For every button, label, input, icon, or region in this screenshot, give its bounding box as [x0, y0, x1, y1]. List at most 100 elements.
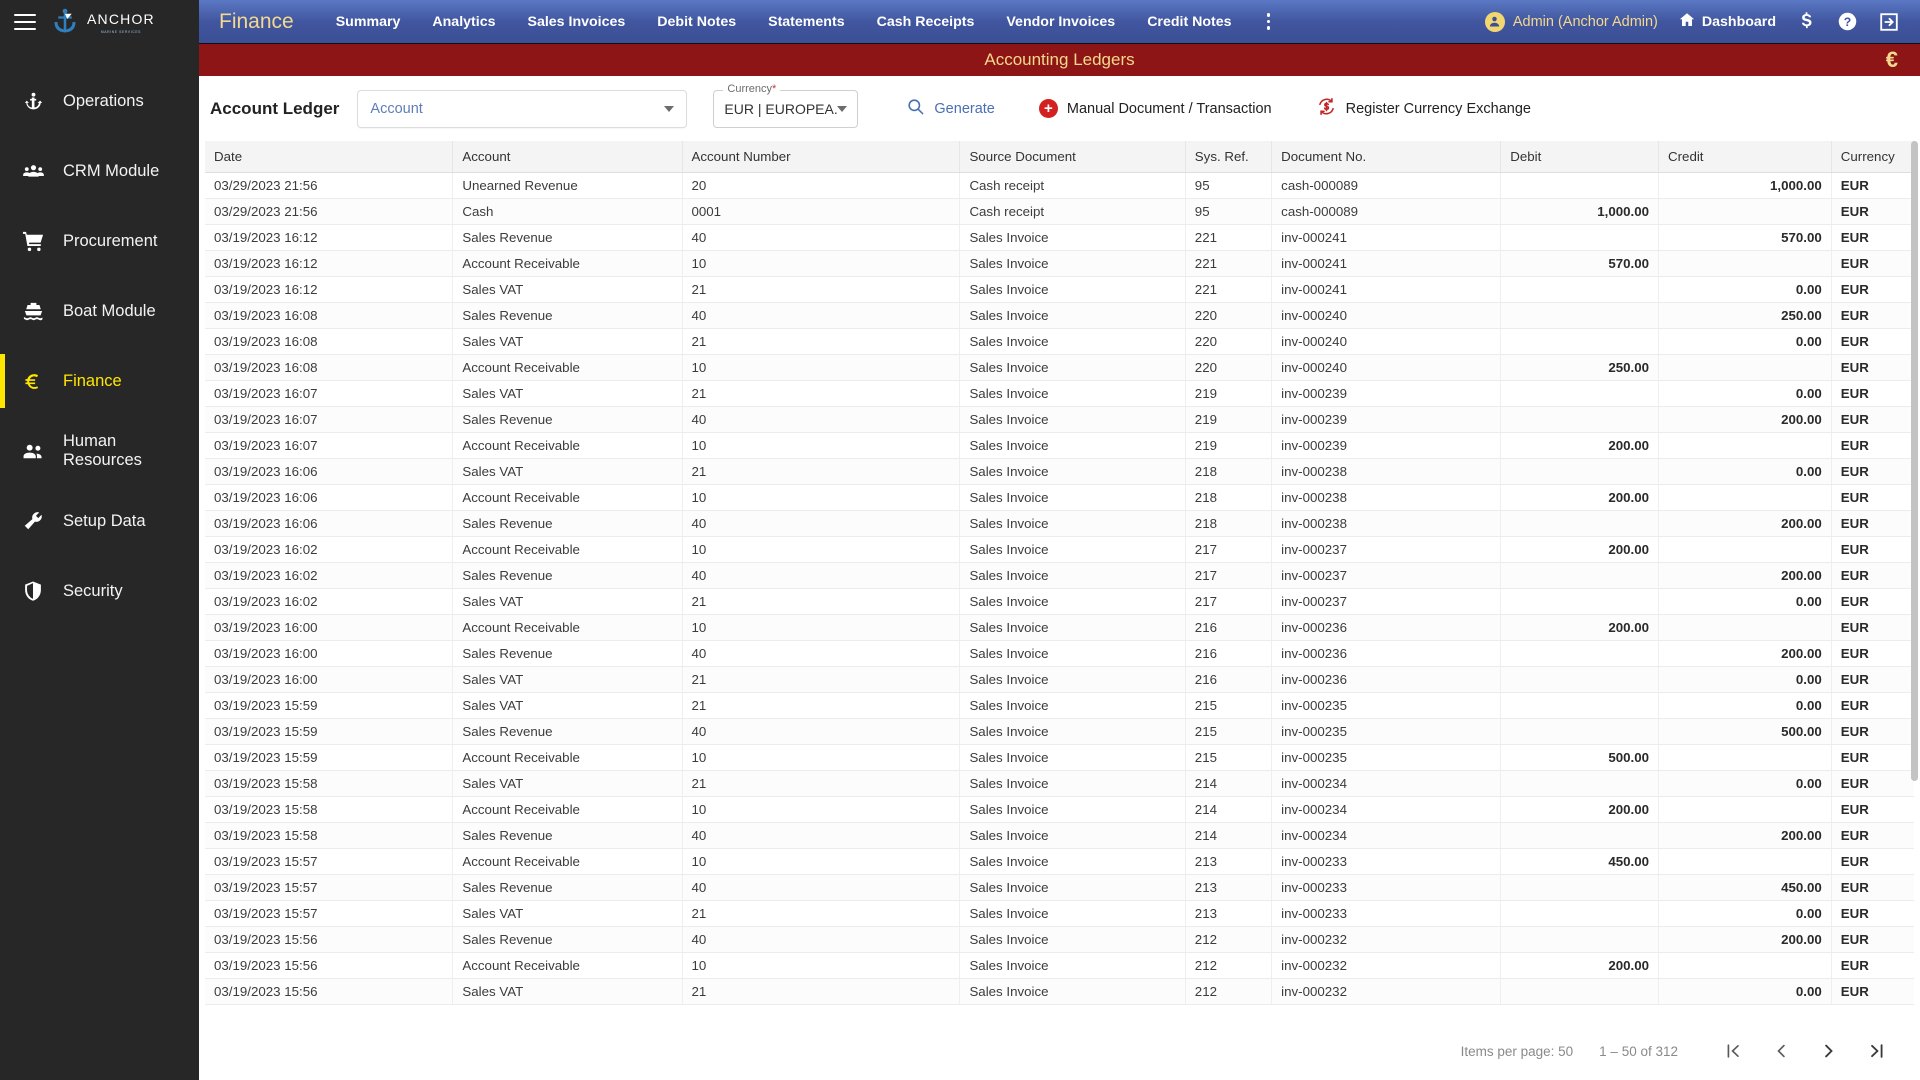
table-row[interactable]: 03/19/2023 15:57 Sales Revenue 40 Sales Inv… [205, 874, 1914, 901]
logout-icon[interactable] [1878, 11, 1900, 33]
sidebar-item-operations[interactable]: Operations [0, 66, 199, 136]
table-row[interactable]: 03/19/2023 15:57 Account Receivable 10 Sale… [205, 848, 1914, 875]
currency-indicator-icon[interactable]: € [1886, 47, 1898, 73]
table-row[interactable]: 03/19/2023 15:59 Sales Revenue 40 Sales Inv… [205, 718, 1914, 745]
cell-account: Sales Revenue [452, 874, 683, 901]
account-select[interactable]: Account [357, 89, 688, 128]
sidebar-item-setup-data[interactable]: Setup Data [0, 486, 199, 556]
cell-account: Sales Revenue [452, 406, 683, 433]
cell-credit: 0.00 [1658, 588, 1832, 615]
cell-credit: 250.00 [1658, 302, 1832, 329]
table-row[interactable]: 03/19/2023 16:07 Sales VAT 21 Sales Invoice… [205, 380, 1914, 407]
sidebar-item-label: Boat Module [63, 301, 156, 320]
cell-document-no: inv-000235 [1271, 692, 1502, 719]
scrollbar-thumb[interactable] [1911, 141, 1918, 781]
sidebar-item-crm-module[interactable]: CRM Module [0, 136, 199, 206]
nav-link-credit-notes[interactable]: Credit Notes [1131, 14, 1247, 30]
sidebar-item-security[interactable]: Security [0, 556, 199, 626]
table-row[interactable]: 03/19/2023 16:06 Sales Revenue 40 Sales Inv… [205, 510, 1914, 537]
cell-sys-ref: 212 [1185, 952, 1273, 979]
table-row[interactable]: 03/19/2023 15:56 Sales VAT 21 Sales Invoice… [205, 978, 1914, 1005]
table-row[interactable]: 03/19/2023 15:58 Sales VAT 21 Sales Invoice… [205, 770, 1914, 797]
register-currency-exchange-button[interactable]: Register Currency Exchange [1294, 96, 1553, 121]
table-row[interactable]: 03/19/2023 16:07 Account Receivable 10 Sale… [205, 432, 1914, 459]
sidebar-item-human-resources[interactable]: Human Resources [0, 416, 199, 486]
dashboard-link[interactable]: Dashboard [1678, 11, 1776, 33]
user-account-menu[interactable]: Admin (Anchor Admin) [1484, 11, 1658, 32]
first-page-icon[interactable] [1716, 1034, 1750, 1068]
table-row[interactable]: 03/19/2023 16:06 Sales VAT 21 Sales Invoice… [205, 458, 1914, 485]
table-row[interactable]: 03/19/2023 16:02 Sales VAT 21 Sales Invoice… [205, 588, 1914, 615]
table-row[interactable]: 03/19/2023 16:12 Sales Revenue 40 Sales Inv… [205, 224, 1914, 251]
column-header-document-no[interactable]: Document No. [1271, 141, 1502, 173]
table-row[interactable]: 03/19/2023 16:00 Sales Revenue 40 Sales Inv… [205, 640, 1914, 667]
table-row[interactable]: 03/19/2023 15:58 Sales Revenue 40 Sales Inv… [205, 822, 1914, 849]
previous-page-icon[interactable] [1764, 1034, 1798, 1068]
currency-select[interactable]: Currency* EUR | EUROPEA... [713, 82, 859, 128]
cell-currency: EUR [1831, 484, 1914, 511]
column-header-currency[interactable]: Currency [1831, 141, 1914, 173]
cell-source-document: Sales Invoice [959, 978, 1186, 1005]
column-header-account[interactable]: Account [452, 141, 683, 173]
column-header-debit[interactable]: Debit [1500, 141, 1660, 173]
nav-link-cash-receipts[interactable]: Cash Receipts [861, 14, 991, 30]
table-row[interactable]: 03/19/2023 15:57 Sales VAT 21 Sales Invoice… [205, 900, 1914, 927]
app-logo[interactable]: ANCHOR MARINE SERVICES [50, 7, 155, 37]
cell-credit: 200.00 [1658, 640, 1832, 667]
table-row[interactable]: 03/19/2023 16:08 Account Receivable 10 Sale… [205, 354, 1914, 381]
sidebar-item-finance[interactable]: Finance [0, 346, 199, 416]
dollar-icon[interactable] [1796, 11, 1817, 32]
cell-date: 03/19/2023 15:58 [205, 822, 454, 849]
table-row[interactable]: 03/19/2023 15:56 Account Receivable 10 Sale… [205, 952, 1914, 979]
table-row[interactable]: 03/19/2023 16:06 Account Receivable 10 Sale… [205, 484, 1914, 511]
table-row[interactable]: 03/19/2023 15:58 Account Receivable 10 Sale… [205, 796, 1914, 823]
cell-credit: 200.00 [1658, 822, 1832, 849]
generate-button[interactable]: Generate [884, 97, 1016, 120]
nav-link-debit-notes[interactable]: Debit Notes [641, 14, 752, 30]
cell-credit: 0.00 [1658, 458, 1832, 485]
table-row[interactable]: 03/19/2023 16:00 Sales VAT 21 Sales Invoice… [205, 666, 1914, 693]
column-header-source-document[interactable]: Source Document [959, 141, 1186, 173]
table-row[interactable]: 03/19/2023 16:07 Sales Revenue 40 Sales Inv… [205, 406, 1914, 433]
table-row[interactable]: 03/19/2023 16:12 Account Receivable 10 Sale… [205, 250, 1914, 277]
items-per-page[interactable]: Items per page: 50 [1461, 1044, 1574, 1059]
table-row[interactable]: 03/19/2023 16:02 Sales Revenue 40 Sales Inv… [205, 562, 1914, 589]
column-header-account-number[interactable]: Account Number [682, 141, 961, 173]
cell-date: 03/19/2023 15:56 [205, 952, 454, 979]
table-row[interactable]: 03/19/2023 15:59 Sales VAT 21 Sales Invoice… [205, 692, 1914, 719]
nav-link-sales-invoices[interactable]: Sales Invoices [511, 14, 641, 30]
generate-label: Generate [934, 100, 995, 117]
table-row[interactable]: 03/19/2023 16:08 Sales VAT 21 Sales Invoice… [205, 328, 1914, 355]
table-row[interactable]: 03/19/2023 16:12 Sales VAT 21 Sales Invoice… [205, 276, 1914, 303]
table-row[interactable]: 03/19/2023 16:08 Sales Revenue 40 Sales Inv… [205, 302, 1914, 329]
nav-link-vendor-invoices[interactable]: Vendor Invoices [990, 14, 1131, 30]
next-page-icon[interactable] [1812, 1034, 1846, 1068]
table-row[interactable]: 03/19/2023 15:56 Sales Revenue 40 Sales Inv… [205, 926, 1914, 953]
cell-source-document: Sales Invoice [959, 276, 1186, 303]
table-scrollbar[interactable] [1911, 141, 1918, 1022]
cell-debit [1500, 718, 1660, 745]
cell-account-number: 21 [682, 900, 961, 927]
sidebar-item-procurement[interactable]: Procurement [0, 206, 199, 276]
cell-document-no: inv-000233 [1271, 874, 1502, 901]
kebab-menu-icon[interactable] [1256, 13, 1282, 30]
nav-link-analytics[interactable]: Analytics [416, 14, 511, 30]
cell-credit: 0.00 [1658, 978, 1832, 1005]
table-row[interactable]: 03/29/2023 21:56 Cash 0001 Cash receipt 95 ca… [205, 198, 1914, 225]
column-header-credit[interactable]: Credit [1658, 141, 1832, 173]
column-header-date[interactable]: Date [205, 141, 454, 173]
last-page-icon[interactable] [1860, 1034, 1894, 1068]
cell-account: Sales Revenue [452, 718, 683, 745]
cell-currency: EUR [1831, 666, 1914, 693]
sidebar-item-boat-module[interactable]: Boat Module [0, 276, 199, 346]
table-row[interactable]: 03/29/2023 21:56 Unearned Revenue 20 Cash r… [205, 172, 1914, 199]
manual-document-button[interactable]: + Manual Document / Transaction [1017, 99, 1294, 118]
nav-link-statements[interactable]: Statements [752, 14, 860, 30]
column-header-sys-ref[interactable]: Sys. Ref. [1185, 141, 1273, 173]
table-row[interactable]: 03/19/2023 16:00 Account Receivable 10 Sale… [205, 614, 1914, 641]
help-icon[interactable]: ? [1837, 11, 1858, 32]
nav-link-summary[interactable]: Summary [320, 14, 417, 30]
table-row[interactable]: 03/19/2023 16:02 Account Receivable 10 Sale… [205, 536, 1914, 563]
table-row[interactable]: 03/19/2023 15:59 Account Receivable 10 Sale… [205, 744, 1914, 771]
hamburger-icon[interactable] [14, 14, 36, 30]
